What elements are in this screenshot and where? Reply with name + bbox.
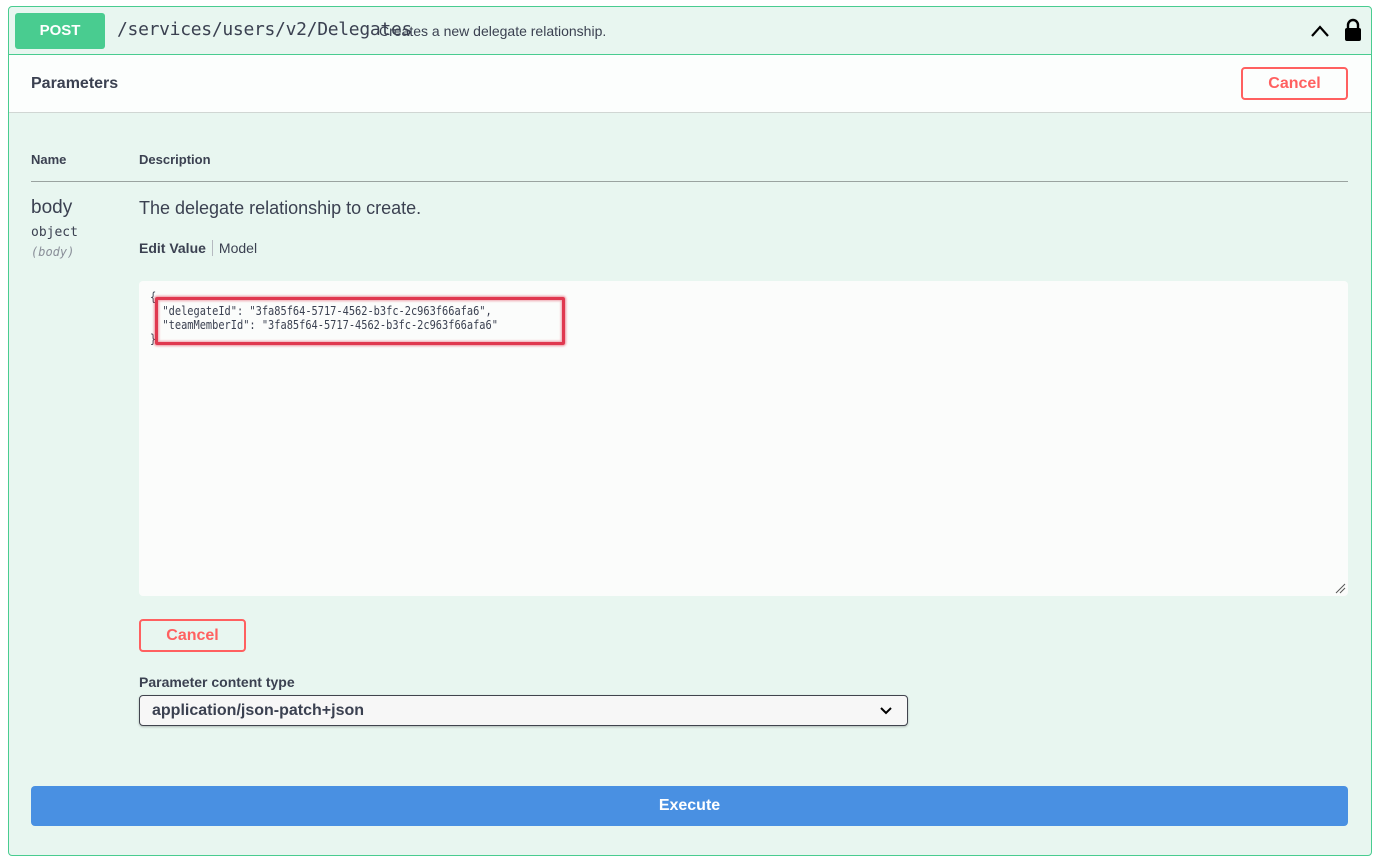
post-operation-block: POST /services/users/v2/Delegates Create… [8, 6, 1372, 856]
method-badge: POST [15, 13, 105, 49]
resize-handle-icon[interactable] [1334, 582, 1346, 594]
operation-path: /services/users/v2/Delegates [117, 19, 413, 40]
tab-edit-value[interactable]: Edit Value [139, 240, 213, 256]
content-type-select[interactable]: application/json-patch+json [139, 695, 908, 726]
body-editor-textarea[interactable]: { "delegateId": "3fa85f64-5717-4562-b3fc… [139, 281, 1348, 596]
operation-summary-bar[interactable]: POST /services/users/v2/Delegates Create… [9, 7, 1371, 55]
parameters-title: Parameters [31, 75, 119, 92]
column-header-name: Name [31, 152, 67, 167]
param-type: object [31, 225, 78, 240]
chevron-up-icon[interactable] [1309, 21, 1331, 41]
table-header-divider [31, 181, 1348, 182]
content-type-selected: application/json-patch+json [152, 702, 365, 719]
cancel-button-bottom[interactable]: Cancel [139, 619, 246, 652]
tab-model[interactable]: Model [213, 240, 257, 256]
annotation-highlight-box [155, 297, 565, 345]
execute-button[interactable]: Execute [31, 786, 1348, 826]
column-header-description: Description [139, 152, 211, 167]
parameters-header: Parameters Cancel [9, 55, 1371, 113]
body-tabs: Edit Value Model [139, 240, 257, 256]
param-description: The delegate relationship to create. [139, 198, 422, 218]
chevron-down-icon [880, 707, 892, 715]
cancel-button-top[interactable]: Cancel [1241, 67, 1348, 100]
operation-summary: Creates a new delegate relationship. [379, 23, 607, 39]
lock-icon[interactable] [1343, 18, 1363, 42]
content-type-label: Parameter content type [139, 674, 295, 690]
param-location: (body) [31, 245, 75, 259]
param-name: body [31, 197, 73, 218]
